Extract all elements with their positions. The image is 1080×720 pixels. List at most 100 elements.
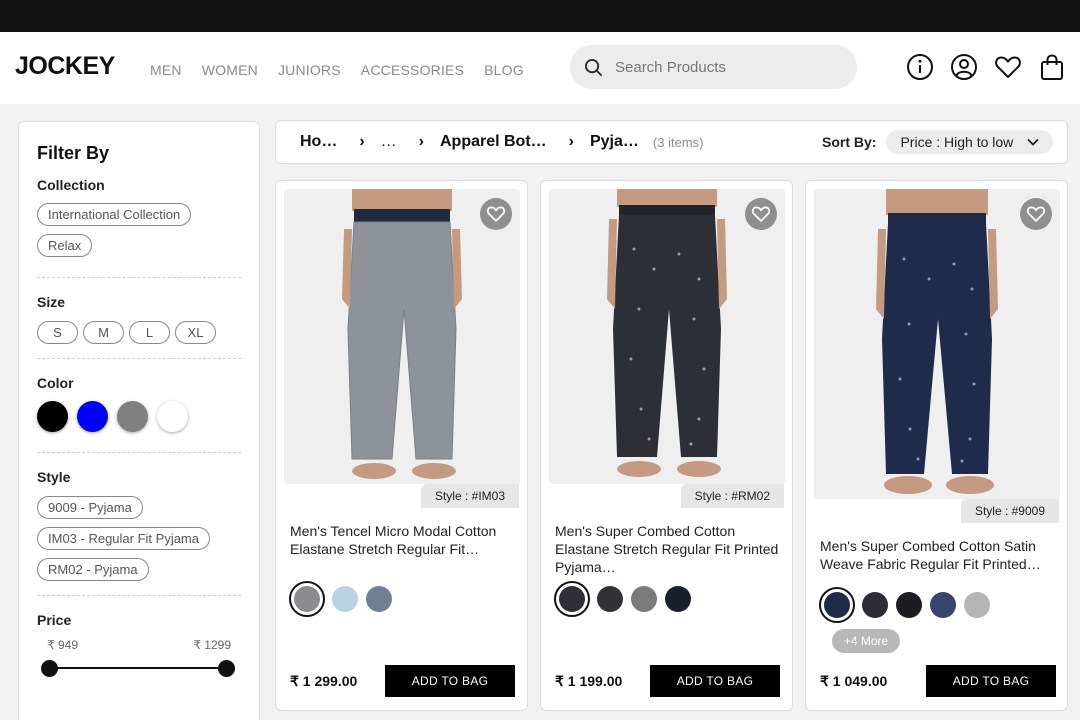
product-swatch[interactable] xyxy=(964,592,990,618)
wishlist-icon[interactable] xyxy=(1020,198,1052,230)
product-card[interactable]: Style : #9009 Men's Super Combed Cotton … xyxy=(805,180,1068,711)
price-title: Price xyxy=(37,612,72,628)
add-to-bag-button[interactable]: ADD TO BAG xyxy=(650,665,780,697)
product-card[interactable]: Style : #RM02 Men's Super Combed Cotton … xyxy=(540,180,793,711)
product-card[interactable]: Style : #IM03 Men's Tencel Micro Modal C… xyxy=(275,180,528,711)
color-swatch-blue[interactable] xyxy=(77,401,108,432)
product-price: ₹ 1 049.00 xyxy=(820,673,888,689)
info-icon[interactable] xyxy=(906,52,934,82)
filter-title: Filter By xyxy=(37,143,110,163)
price-range-labels: ₹ 949 ₹ 1299 xyxy=(37,638,241,652)
price-slider-min-handle[interactable] xyxy=(41,660,58,677)
add-to-bag-button[interactable]: ADD TO BAG xyxy=(926,665,1056,697)
style-tag: Style : #RM02 xyxy=(680,484,784,508)
breadcrumb-apparel-bottoms[interactable]: Apparel Bot… xyxy=(440,133,547,151)
site-header: JOCKEY MEN WOMEN JUNIORS ACCESSORIES BLO… xyxy=(0,32,1080,104)
color-swatches xyxy=(37,401,241,432)
sort-label: Sort By: xyxy=(822,134,877,150)
price-min: ₹ 949 xyxy=(47,638,78,652)
header-icons xyxy=(906,52,1066,82)
price-slider-track xyxy=(49,667,227,669)
product-name[interactable]: Men's Tencel Micro Modal Cotton Elastane… xyxy=(290,522,515,558)
top-banner xyxy=(0,0,1080,32)
size-options: S M L XL xyxy=(37,321,241,352)
add-to-bag-button[interactable]: ADD TO BAG xyxy=(385,665,515,697)
product-swatch[interactable] xyxy=(819,587,855,623)
filter-sidebar: Filter By Collection International Colle… xyxy=(18,121,260,720)
price-slider[interactable] xyxy=(37,660,241,677)
product-name[interactable]: Men's Super Combed Cotton Satin Weave Fa… xyxy=(820,537,1050,573)
size-title: Size xyxy=(37,294,66,310)
style-title: Style xyxy=(37,469,71,485)
size-chip-xl[interactable]: XL xyxy=(175,321,216,344)
product-swatch[interactable] xyxy=(862,592,888,618)
size-chip-l[interactable]: L xyxy=(129,321,170,344)
product-swatch[interactable] xyxy=(366,586,392,612)
style-chip-9009[interactable]: 9009 - Pyjama xyxy=(37,496,143,519)
color-swatch-white[interactable] xyxy=(157,401,188,432)
product-swatch[interactable] xyxy=(597,586,623,612)
chevron-down-icon xyxy=(1027,138,1039,146)
product-swatch[interactable] xyxy=(930,592,956,618)
product-swatch[interactable] xyxy=(896,592,922,618)
search-box[interactable] xyxy=(570,45,857,89)
sort-value: Price : High to low xyxy=(900,134,1014,150)
product-price: ₹ 1 199.00 xyxy=(555,673,623,689)
nav-men[interactable]: MEN xyxy=(150,62,182,78)
color-swatch-grey[interactable] xyxy=(117,401,148,432)
product-swatches xyxy=(819,587,990,623)
product-swatch[interactable] xyxy=(554,581,590,617)
breadcrumb-bar: Ho… › … › Apparel Bot… › Pyja… (3 items)… xyxy=(275,120,1068,164)
product-swatch[interactable] xyxy=(289,581,325,617)
sort-control: Sort By: Price : High to low xyxy=(822,130,1054,154)
breadcrumb-collapsed[interactable]: … xyxy=(381,133,397,151)
price-slider-max-handle[interactable] xyxy=(218,660,235,677)
product-image[interactable] xyxy=(814,189,1060,499)
user-icon[interactable] xyxy=(950,52,978,82)
style-options: 9009 - Pyjama IM03 - Regular Fit Pyjama … xyxy=(37,496,241,589)
divider xyxy=(37,277,241,278)
product-image[interactable] xyxy=(284,189,520,484)
price-max: ₹ 1299 xyxy=(193,638,231,652)
heart-icon[interactable] xyxy=(994,52,1022,82)
style-tag: Style : #IM03 xyxy=(420,484,519,508)
style-tag: Style : #9009 xyxy=(960,499,1059,523)
collection-title: Collection xyxy=(37,177,105,193)
product-swatches xyxy=(554,581,691,617)
sort-dropdown[interactable]: Price : High to low xyxy=(886,130,1054,154)
nav-accessories[interactable]: ACCESSORIES xyxy=(361,62,464,78)
breadcrumb-home[interactable]: Ho… xyxy=(300,133,337,151)
product-swatch[interactable] xyxy=(332,586,358,612)
product-swatch[interactable] xyxy=(631,586,657,612)
nav-juniors[interactable]: JUNIORS xyxy=(278,62,341,78)
more-colors-button[interactable]: +4 More xyxy=(832,629,900,653)
wishlist-icon[interactable] xyxy=(480,198,512,230)
size-chip-m[interactable]: M xyxy=(83,321,124,344)
product-swatch[interactable] xyxy=(665,586,691,612)
bag-icon[interactable] xyxy=(1038,52,1066,82)
product-image[interactable] xyxy=(549,189,785,484)
nav-women[interactable]: WOMEN xyxy=(202,62,258,78)
size-chip-s[interactable]: S xyxy=(37,321,78,344)
jockey-logo[interactable]: JOCKEY xyxy=(15,52,115,81)
color-title: Color xyxy=(37,375,74,391)
search-icon xyxy=(584,58,603,77)
collection-chip-international[interactable]: International Collection xyxy=(37,203,192,226)
collection-chip-relax[interactable]: Relax xyxy=(37,234,93,257)
breadcrumb-separator: › xyxy=(418,133,424,150)
color-swatch-black[interactable] xyxy=(37,401,68,432)
breadcrumb-separator: › xyxy=(359,133,365,150)
divider xyxy=(37,452,241,453)
breadcrumb-pyjamas: Pyja… xyxy=(589,133,639,150)
style-chip-rm02[interactable]: RM02 - Pyjama xyxy=(37,558,149,581)
breadcrumb-separator: › xyxy=(568,133,574,150)
nav-blog[interactable]: BLOG xyxy=(484,62,524,78)
collection-options: International Collection Relax xyxy=(37,203,241,265)
divider xyxy=(37,358,241,359)
style-chip-im03[interactable]: IM03 - Regular Fit Pyjama xyxy=(37,527,210,550)
wishlist-icon[interactable] xyxy=(745,198,777,230)
item-count: (3 items) xyxy=(652,134,704,150)
search-input[interactable] xyxy=(615,45,845,89)
breadcrumb: Ho… › … › Apparel Bot… › Pyja… (3 items) xyxy=(300,133,703,151)
product-name[interactable]: Men's Super Combed Cotton Elastane Stret… xyxy=(555,522,780,576)
